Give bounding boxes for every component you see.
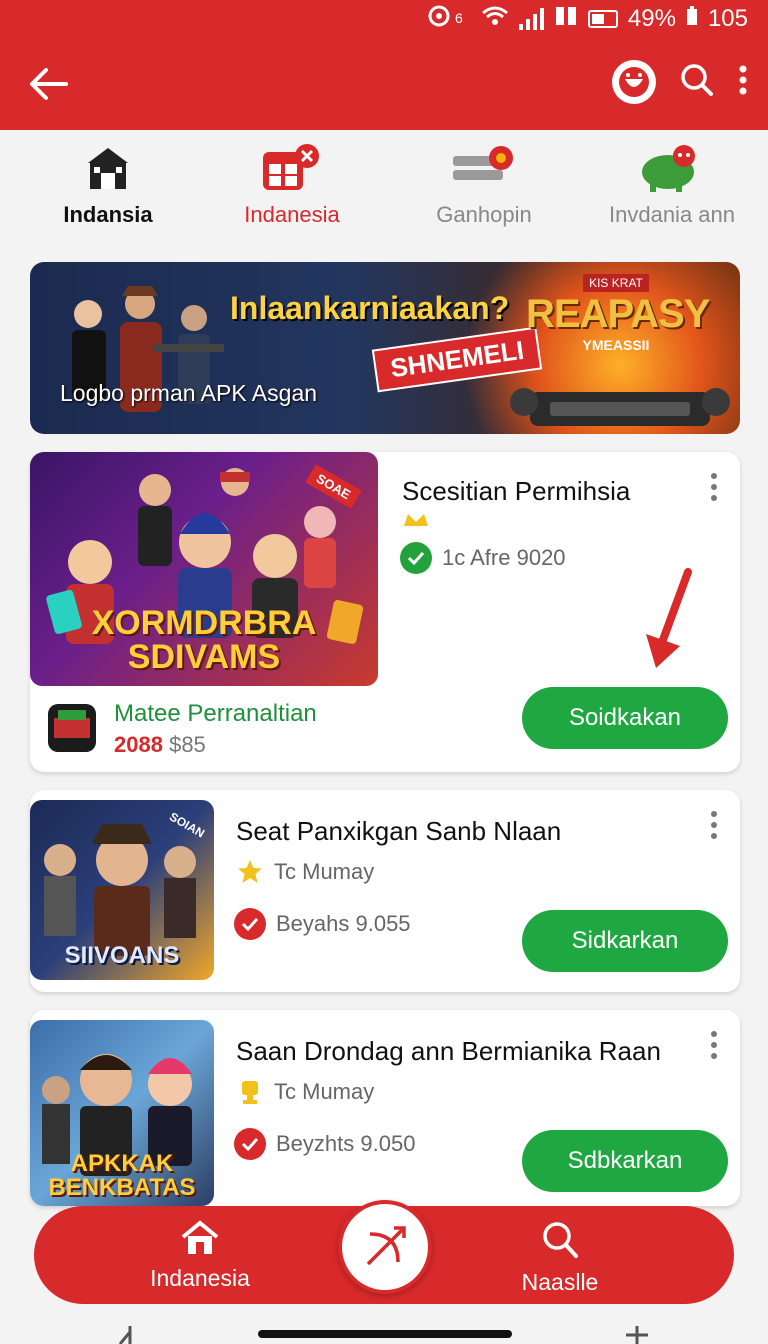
verified-check-icon bbox=[234, 908, 266, 940]
app-bar bbox=[0, 48, 768, 120]
app-logo-button[interactable] bbox=[612, 60, 656, 104]
back-arrow-icon bbox=[30, 68, 68, 100]
bottom-nav-home-label: Indanesia bbox=[150, 1265, 250, 1291]
search-icon bbox=[681, 63, 713, 96]
search-button[interactable] bbox=[680, 63, 714, 102]
app-card-3-rating-text: Tc Mumay bbox=[274, 1079, 375, 1104]
app-card-2-download-button[interactable]: Sidkarkan bbox=[522, 910, 728, 972]
banner-brand-big: REAPASY bbox=[526, 292, 710, 336]
verified-check-icon bbox=[234, 1128, 266, 1160]
gamepad-icon bbox=[453, 146, 513, 180]
banner-subtitle: Logbo prman APK Asgan bbox=[60, 380, 318, 406]
banner-brand-logo: KIS KRAT REAPASY YMEASSII bbox=[526, 274, 710, 353]
publisher-logo bbox=[48, 704, 96, 752]
green-pet-icon bbox=[642, 145, 695, 192]
bottom-nav-home[interactable]: Indanesia bbox=[100, 1220, 300, 1292]
back-button[interactable] bbox=[22, 60, 74, 108]
app-card-3-meta: Beyzhts 9.050 bbox=[234, 1128, 415, 1160]
battery-small-icon bbox=[686, 5, 698, 33]
app-card-1-title: Scesitian Permihsia bbox=[402, 476, 631, 506]
app-card-1-download-button[interactable]: Soidkakan bbox=[522, 687, 728, 749]
red-arrow-icon bbox=[646, 568, 692, 668]
app-card-2-meta-text: Beyahs 9.055 bbox=[276, 911, 411, 936]
app-card-3-download-button[interactable]: Sdbkarkan bbox=[522, 1130, 728, 1192]
status-bar: 6 49% 105 bbox=[427, 2, 748, 36]
banner-headline: Inlaankarniaakan? bbox=[230, 290, 510, 326]
more-options-button[interactable] bbox=[738, 64, 748, 101]
bottom-nav-search-label: Naaslle bbox=[521, 1269, 599, 1295]
category-label-3: Ganhopin bbox=[436, 202, 532, 227]
store-icon bbox=[88, 148, 128, 189]
bottom-nav-search[interactable]: Naaslle bbox=[460, 1220, 660, 1296]
app-card-2-rating-text: Tc Mumay bbox=[274, 859, 375, 884]
price-new: $85 bbox=[169, 732, 206, 757]
app-card-1-meta-text: 1c Afre 9020 bbox=[442, 545, 566, 570]
search-icon bbox=[543, 1222, 578, 1258]
trophy-icon bbox=[242, 1081, 258, 1104]
category-tab-1[interactable]: Indansia bbox=[18, 138, 198, 228]
app-card-2-meta: Beyahs 9.055 bbox=[234, 908, 411, 940]
app-card-3[interactable]: APKKAK BENKBATAS Saan Drondag ann Bermia… bbox=[30, 1010, 740, 1206]
app-card-2-art-text: SIIVOANS bbox=[64, 942, 180, 969]
home-icon bbox=[181, 1220, 219, 1254]
category-tab-4[interactable]: Invdania ann bbox=[582, 138, 762, 228]
battery-icon bbox=[587, 10, 618, 28]
signal-icon bbox=[518, 8, 544, 30]
category-tab-2[interactable]: Indanesia bbox=[202, 138, 382, 228]
category-label-1: Indansia bbox=[63, 202, 153, 227]
app-card-1-meta: 1c Afre 9020 bbox=[400, 542, 566, 574]
app-card-2-more-button[interactable] bbox=[702, 808, 726, 842]
app-card-3-rating: Tc Mumay bbox=[236, 1078, 374, 1106]
category-label-2: Indanesia bbox=[244, 202, 340, 227]
app-card-3-artwork: APKKAK BENKBATAS bbox=[30, 1020, 214, 1206]
system-plus-icon[interactable] bbox=[622, 1322, 652, 1344]
svg-text:6: 6 bbox=[455, 10, 463, 26]
app-card-3-meta-text: Beyzhts 9.050 bbox=[276, 1131, 416, 1156]
status-extra: 105 bbox=[707, 5, 748, 32]
banner-characters-image bbox=[72, 286, 224, 412]
star-icon bbox=[238, 860, 262, 883]
crown-icon bbox=[404, 514, 428, 526]
banner-brand-small: KIS KRAT bbox=[583, 274, 649, 292]
app-card-3-more-button[interactable] bbox=[702, 1028, 726, 1062]
price-row: 2088 $85 bbox=[114, 732, 206, 758]
app-card-2-artwork: SOIAN SIIVOANS bbox=[30, 800, 214, 980]
bow-arrow-icon bbox=[366, 1226, 406, 1266]
battery-percent: 49% bbox=[627, 5, 676, 32]
system-back-icon[interactable] bbox=[116, 1322, 146, 1344]
app-card-1[interactable]: SOAE XORMDRBRA SDIVAMS Scesitian Permihs… bbox=[30, 452, 740, 772]
home-indicator[interactable] bbox=[258, 1330, 512, 1338]
apps-grid-icon bbox=[263, 144, 319, 190]
price-old: 2088 bbox=[114, 732, 163, 757]
app-card-2-rating: Tc Mumay bbox=[236, 858, 374, 886]
app-card-1-more-button[interactable] bbox=[702, 470, 726, 504]
sim-icon bbox=[554, 5, 578, 34]
banner-console-image bbox=[510, 388, 730, 426]
promo-title: Matee Perranaltian bbox=[114, 700, 317, 727]
wifi-icon bbox=[481, 5, 509, 34]
app-card-1-art-text: XORMDRBRA SDIVAMS bbox=[91, 604, 317, 676]
app-card-2-title: Seat Panxikgan Sanb Nlaan bbox=[236, 816, 562, 846]
app-card-2[interactable]: SOIAN SIIVOANS Seat Panxikgan Sanb Nlaan… bbox=[30, 790, 740, 992]
category-label-4: Invdania ann bbox=[609, 202, 735, 227]
category-tab-3[interactable]: Ganhopin bbox=[394, 138, 574, 228]
top-app-bar: 6 49% 105 bbox=[0, 0, 768, 130]
center-action-button[interactable] bbox=[338, 1200, 432, 1294]
app-card-3-art-text: APKKAK BENKBATAS bbox=[48, 1150, 196, 1201]
smile-logo-icon bbox=[619, 67, 649, 97]
verified-check-icon bbox=[400, 542, 432, 574]
banner-brand-sub: YMEASSII bbox=[582, 337, 650, 353]
kebab-menu-icon bbox=[739, 65, 747, 94]
app-card-1-artwork: SOAE XORMDRBRA SDIVAMS bbox=[30, 452, 378, 686]
promo-banner[interactable]: Inlaankarniaakan? SHNEMELI Logbo prman A… bbox=[30, 262, 740, 434]
app-card-3-title: Saan Drondag ann Bermianika Raan bbox=[236, 1036, 661, 1066]
category-tabs: Indansia Indanesia Ganhopin Invdania ann bbox=[0, 138, 768, 238]
notification-icon: 6 bbox=[427, 3, 471, 36]
